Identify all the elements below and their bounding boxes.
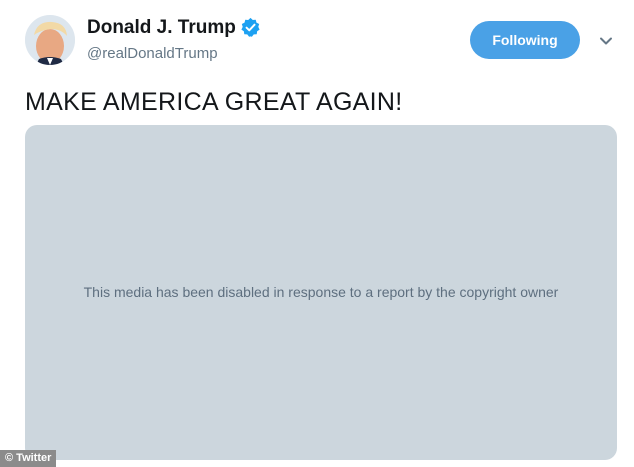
following-button[interactable]: Following (470, 21, 580, 59)
avatar[interactable] (25, 15, 75, 65)
media-placeholder[interactable]: This media has been disabled in response… (25, 125, 617, 460)
image-credit-watermark: © Twitter (0, 450, 57, 467)
verified-badge-icon (240, 17, 261, 38)
author-handle[interactable]: @realDonaldTrump (87, 45, 218, 62)
tweet-text: MAKE AMERICA GREAT AGAIN! (25, 88, 403, 116)
chevron-down-icon[interactable] (598, 33, 614, 49)
avatar-photo (25, 15, 75, 65)
media-disabled-notice: This media has been disabled in response… (83, 284, 559, 300)
author-display-name[interactable]: Donald J. Trump (87, 17, 236, 39)
